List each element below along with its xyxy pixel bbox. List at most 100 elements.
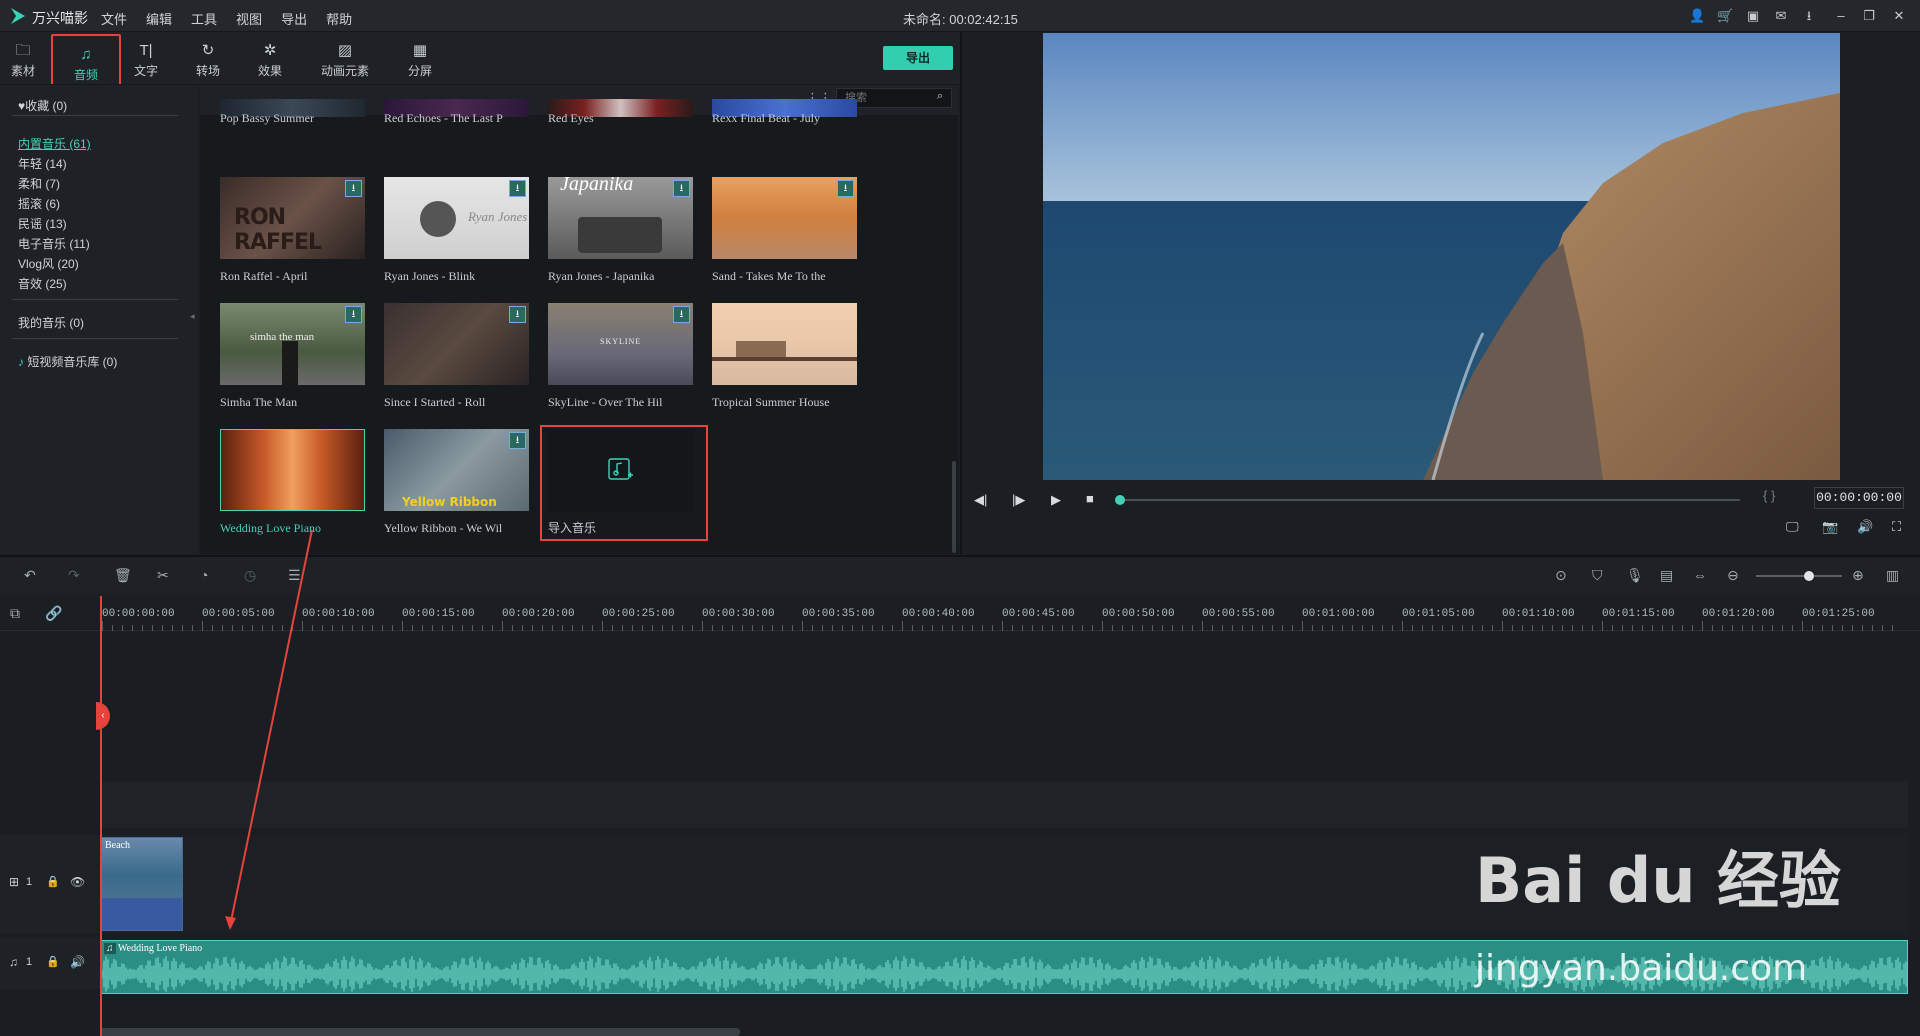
panel-toggle-icon[interactable]: ▥ [1886,567,1899,584]
duration-icon[interactable]: ◷ [244,567,256,584]
mail-icon[interactable]: ✉ [1773,8,1789,24]
cut-icon[interactable]: ✂ [157,567,169,584]
audio-clip[interactable]: ♫ Wedding Love Piano [101,940,1908,994]
menu-view[interactable]: 视图 [236,9,262,28]
undo-icon[interactable]: ↶ [24,567,36,584]
account-icon[interactable]: 👤 [1689,8,1705,24]
sidebar-item-folk[interactable]: 民谣 (13) [18,215,67,232]
mark-in-out-icon[interactable]: { } [1763,488,1775,503]
menu-edit[interactable]: 编辑 [146,9,172,28]
sidebar-item-sfx[interactable]: 音效 (25) [18,275,67,292]
zoom-handle[interactable] [1804,571,1814,581]
sidebar-item-soft[interactable]: 柔和 (7) [18,175,60,192]
sidebar-item-electronic[interactable]: 电子音乐 (11) [18,235,90,252]
menu-tools[interactable]: 工具 [191,9,217,28]
preview-timecode: 00:00:00:00 [1814,487,1904,509]
adjust-icon[interactable]: ☰ [288,567,301,584]
sidebar-item-builtin[interactable]: 内置音乐 (61) [18,135,91,152]
export-button[interactable]: 导出 [883,46,953,70]
tab-split-screen[interactable]: ▦ 分屏 [403,32,437,84]
tab-audio[interactable]: ♫ 音频 [51,34,121,90]
add-track-icon[interactable]: ⧉ [10,605,20,622]
effects-icon: ✲ [263,42,277,59]
download-icon[interactable]: ⭳ [345,180,362,197]
marker-icon[interactable]: ⛉ [1592,567,1603,584]
download-icon[interactable]: ⭳ [837,180,854,197]
menu-help[interactable]: 帮助 [326,9,352,28]
delete-icon[interactable]: 🗑 [114,567,132,584]
fullscreen-icon[interactable]: ⛶ [1892,519,1901,535]
ruler-tick-mark [1212,625,1213,631]
fit-icon[interactable]: ⇔ [1693,567,1707,583]
download-icon[interactable]: ⭳ [509,432,526,449]
lock-icon[interactable]: 🔒 [46,875,60,888]
lock-icon[interactable]: 🔒 [46,955,60,968]
ruler-tick-mark [1252,625,1253,631]
tab-text[interactable]: T| 文字 [128,32,164,84]
sidebar-item-my-music[interactable]: 我的音乐 (0) [18,314,84,331]
redo-icon[interactable]: ↷ [68,567,80,584]
minimize-icon[interactable]: – [1833,8,1849,24]
mic-icon[interactable]: 🎙 [1626,567,1644,584]
playhead[interactable] [100,596,102,1036]
favorites-item[interactable]: ♥收藏 (0) [18,97,67,114]
ruler-tick-mark [1822,625,1823,631]
tab-elements[interactable]: ▨ 动画元素 [316,32,374,84]
zoom-slider[interactable] [1756,571,1842,581]
sidebar-item-young[interactable]: 年轻 (14) [18,155,67,172]
sidebar-item-short-video[interactable]: ♪ 短视频音乐库 (0) [18,353,117,370]
ruler-tick-mark [232,625,233,631]
next-frame-icon[interactable]: |▶ [1012,492,1025,508]
progress-handle[interactable] [1115,495,1125,505]
volume-icon[interactable]: 🔊 [70,955,85,969]
ruler-tick-mark [1262,625,1263,631]
grid-scrollbar[interactable] [952,461,956,553]
download-icon[interactable]: ⭳ [673,180,690,197]
search-icon[interactable]: ⌕ [937,90,943,103]
download-icon[interactable]: ⭳ [345,306,362,323]
render-icon[interactable]: ⊙ [1555,567,1567,584]
sidebar-item-vlog[interactable]: Vlog风 (20) [18,255,79,272]
ruler-tick-mark [1122,625,1123,631]
preview-progress-track[interactable] [1115,495,1740,505]
ruler-tick-mark [392,625,393,631]
collapse-arrow-icon[interactable]: ◂ [190,311,195,322]
download-icon[interactable]: ⭳ [1801,8,1817,24]
ruler-tick-mark [902,621,903,631]
ruler-tick-mark [942,625,943,631]
stop-icon[interactable]: ■ [1086,491,1094,506]
ruler-tick-mark [1712,625,1713,631]
mixer-icon[interactable]: ▤ [1660,567,1673,584]
sidebar-item-rock[interactable]: 摇滚 (6) [18,195,60,212]
tab-media[interactable]: 🗀 素材 [4,32,42,84]
tab-transition[interactable]: ↻ 转场 [190,32,226,84]
volume-icon[interactable]: 🔊 [1857,519,1873,535]
ruler-tick-mark [452,625,453,631]
folder-icon: 🗀 [15,42,31,59]
tab-effects[interactable]: ✲ 效果 [252,32,288,84]
snapshot-icon[interactable]: 📷 [1822,519,1838,535]
save-icon[interactable]: ▣ [1745,8,1761,24]
prev-frame-icon[interactable]: ◀| [974,492,987,508]
download-icon[interactable]: ⭳ [509,180,526,197]
cart-icon[interactable]: 🛒 [1717,8,1733,24]
download-icon[interactable]: ⭳ [509,306,526,323]
timeline-scrollbar[interactable] [100,1028,740,1036]
import-music-tile[interactable]: 导入音乐 [540,425,708,541]
video-clip[interactable]: Beach [101,837,183,931]
speed-icon[interactable]: ◔ [200,567,208,583]
eye-icon[interactable]: 👁 [70,875,85,889]
display-settings-icon[interactable]: 🖵 [1786,519,1799,535]
close-icon[interactable]: ✕ [1891,8,1907,24]
menu-export[interactable]: 导出 [281,9,307,28]
maximize-icon[interactable]: ❐ [1861,8,1877,24]
ruler-tick-mark [692,625,693,631]
ruler-tick-mark [592,625,593,631]
download-icon[interactable]: ⭳ [673,306,690,323]
link-icon[interactable]: 🔗 [45,605,62,622]
ruler-tick-label: 00:01:25:00 [1802,608,1875,620]
play-icon[interactable]: ▶ [1051,492,1061,508]
zoom-in-icon[interactable]: ⊕ [1852,567,1864,584]
menu-file[interactable]: 文件 [101,9,127,28]
zoom-out-icon[interactable]: ⊖ [1727,567,1739,584]
